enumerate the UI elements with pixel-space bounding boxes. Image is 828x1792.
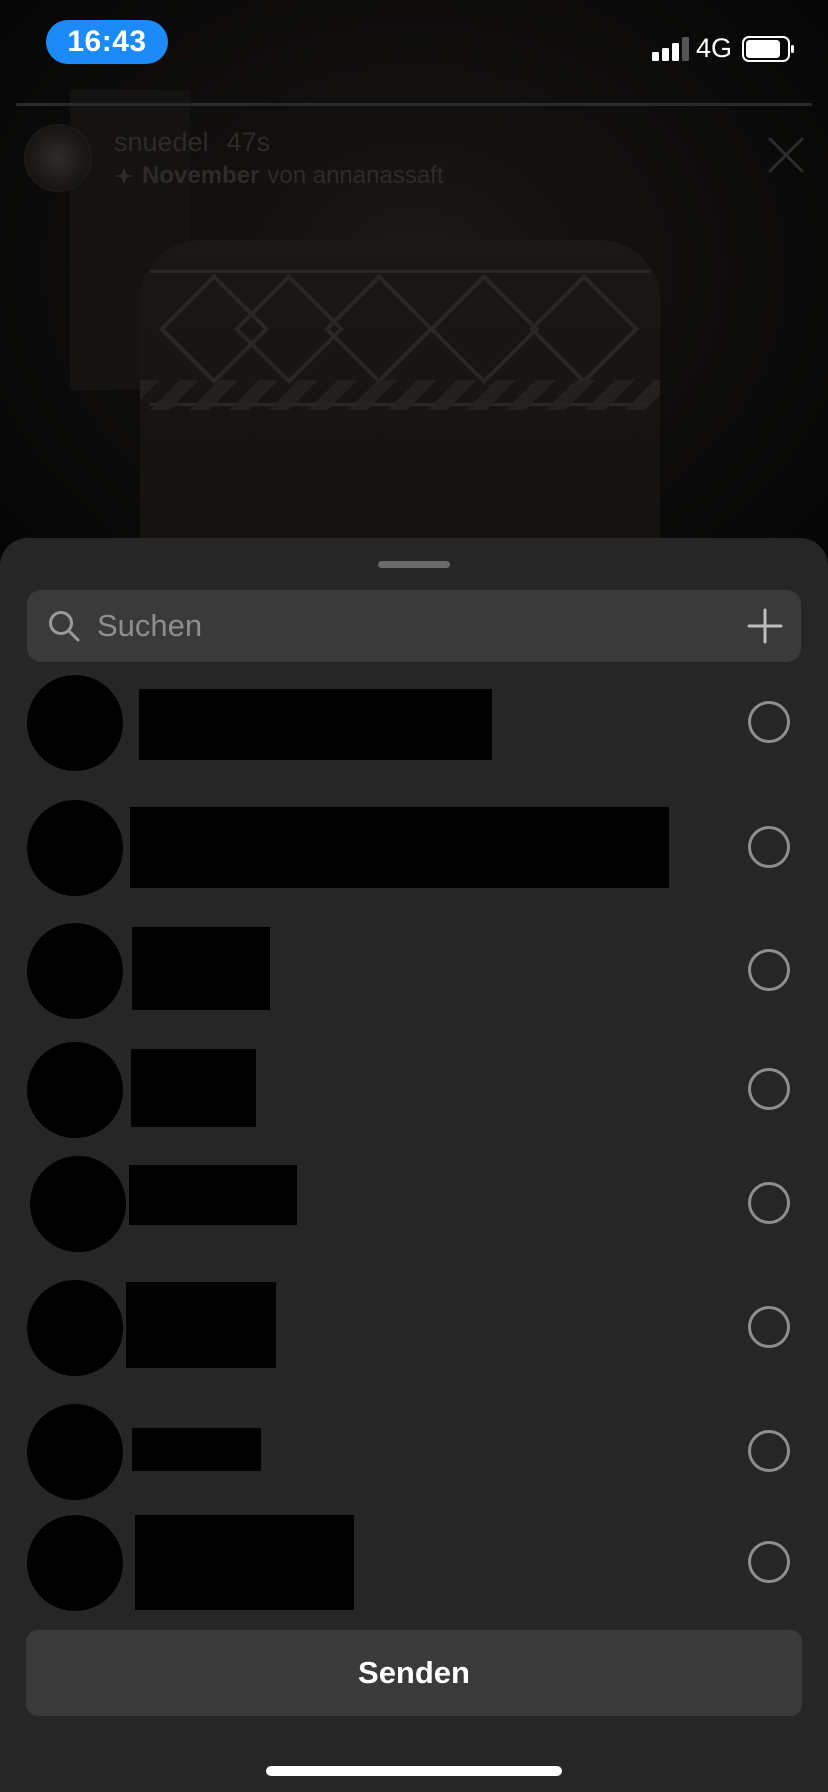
- story-background: [0, 0, 828, 600]
- recipient-name-redacted: [139, 689, 492, 760]
- select-circle[interactable]: [748, 1182, 790, 1224]
- search-input[interactable]: [95, 607, 747, 645]
- battery-icon: [742, 36, 794, 62]
- recipient-name-redacted: [130, 807, 669, 888]
- select-circle[interactable]: [748, 826, 790, 868]
- signal-bars-icon: [652, 37, 689, 61]
- story-music-artist: von annanassaft: [267, 161, 444, 189]
- recipient-name-redacted: [132, 1428, 261, 1471]
- recipient-name-redacted: [131, 1049, 256, 1127]
- status-time[interactable]: 16:43: [46, 20, 168, 64]
- status-bar: 16:43 4G: [0, 0, 828, 90]
- search-bar[interactable]: [27, 590, 801, 662]
- story-progress-bar: [16, 103, 812, 106]
- avatar: [30, 1156, 126, 1252]
- recipient-row[interactable]: [0, 923, 828, 1033]
- recipient-row[interactable]: [0, 800, 828, 910]
- select-circle[interactable]: [748, 949, 790, 991]
- recipient-row[interactable]: [0, 1280, 828, 1390]
- recipient-name-redacted: [132, 927, 270, 1010]
- avatar: [27, 675, 123, 771]
- recipient-name-redacted: [126, 1282, 276, 1368]
- story-username[interactable]: snuedel: [114, 127, 209, 157]
- select-circle[interactable]: [748, 1306, 790, 1348]
- send-button[interactable]: Senden: [26, 1630, 802, 1716]
- avatar: [27, 1515, 123, 1611]
- network-type: 4G: [696, 33, 733, 63]
- story-music-title: November: [142, 161, 260, 189]
- home-indicator[interactable]: [266, 1766, 562, 1776]
- recipient-row[interactable]: [0, 1042, 828, 1152]
- search-icon: [49, 611, 80, 642]
- story-header: snuedel 47s November von annanassaft: [24, 124, 444, 192]
- recipient-row[interactable]: [0, 1404, 828, 1514]
- select-circle[interactable]: [748, 1068, 790, 1110]
- avatar: [27, 1280, 123, 1376]
- recipient-row[interactable]: [0, 1515, 828, 1625]
- story-userline: snuedel 47s: [114, 127, 444, 158]
- avatar: [27, 923, 123, 1019]
- select-circle[interactable]: [748, 1541, 790, 1583]
- share-sheet: Senden: [0, 538, 828, 1792]
- recipient-row[interactable]: [0, 1156, 828, 1266]
- sparkle-icon: [115, 166, 133, 185]
- screen: snuedel 47s November von annanassaft 16:4…: [0, 0, 828, 1792]
- recipient-row[interactable]: [0, 675, 828, 785]
- avatar: [27, 800, 123, 896]
- close-icon[interactable]: [766, 135, 806, 175]
- cup-zigzag: [140, 380, 660, 410]
- avatar: [27, 1042, 123, 1138]
- recipient-name-redacted: [129, 1165, 297, 1225]
- story-music[interactable]: November von annanassaft: [114, 162, 444, 190]
- recipient-name-redacted: [135, 1515, 354, 1610]
- plus-icon[interactable]: [747, 608, 783, 644]
- avatar: [27, 1404, 123, 1500]
- select-circle[interactable]: [748, 1430, 790, 1472]
- select-circle[interactable]: [748, 701, 790, 743]
- story-meta: snuedel 47s November von annanassaft: [114, 127, 444, 190]
- story-avatar[interactable]: [24, 124, 92, 192]
- sheet-grabber[interactable]: [378, 561, 450, 568]
- story-age: 47s: [226, 126, 271, 157]
